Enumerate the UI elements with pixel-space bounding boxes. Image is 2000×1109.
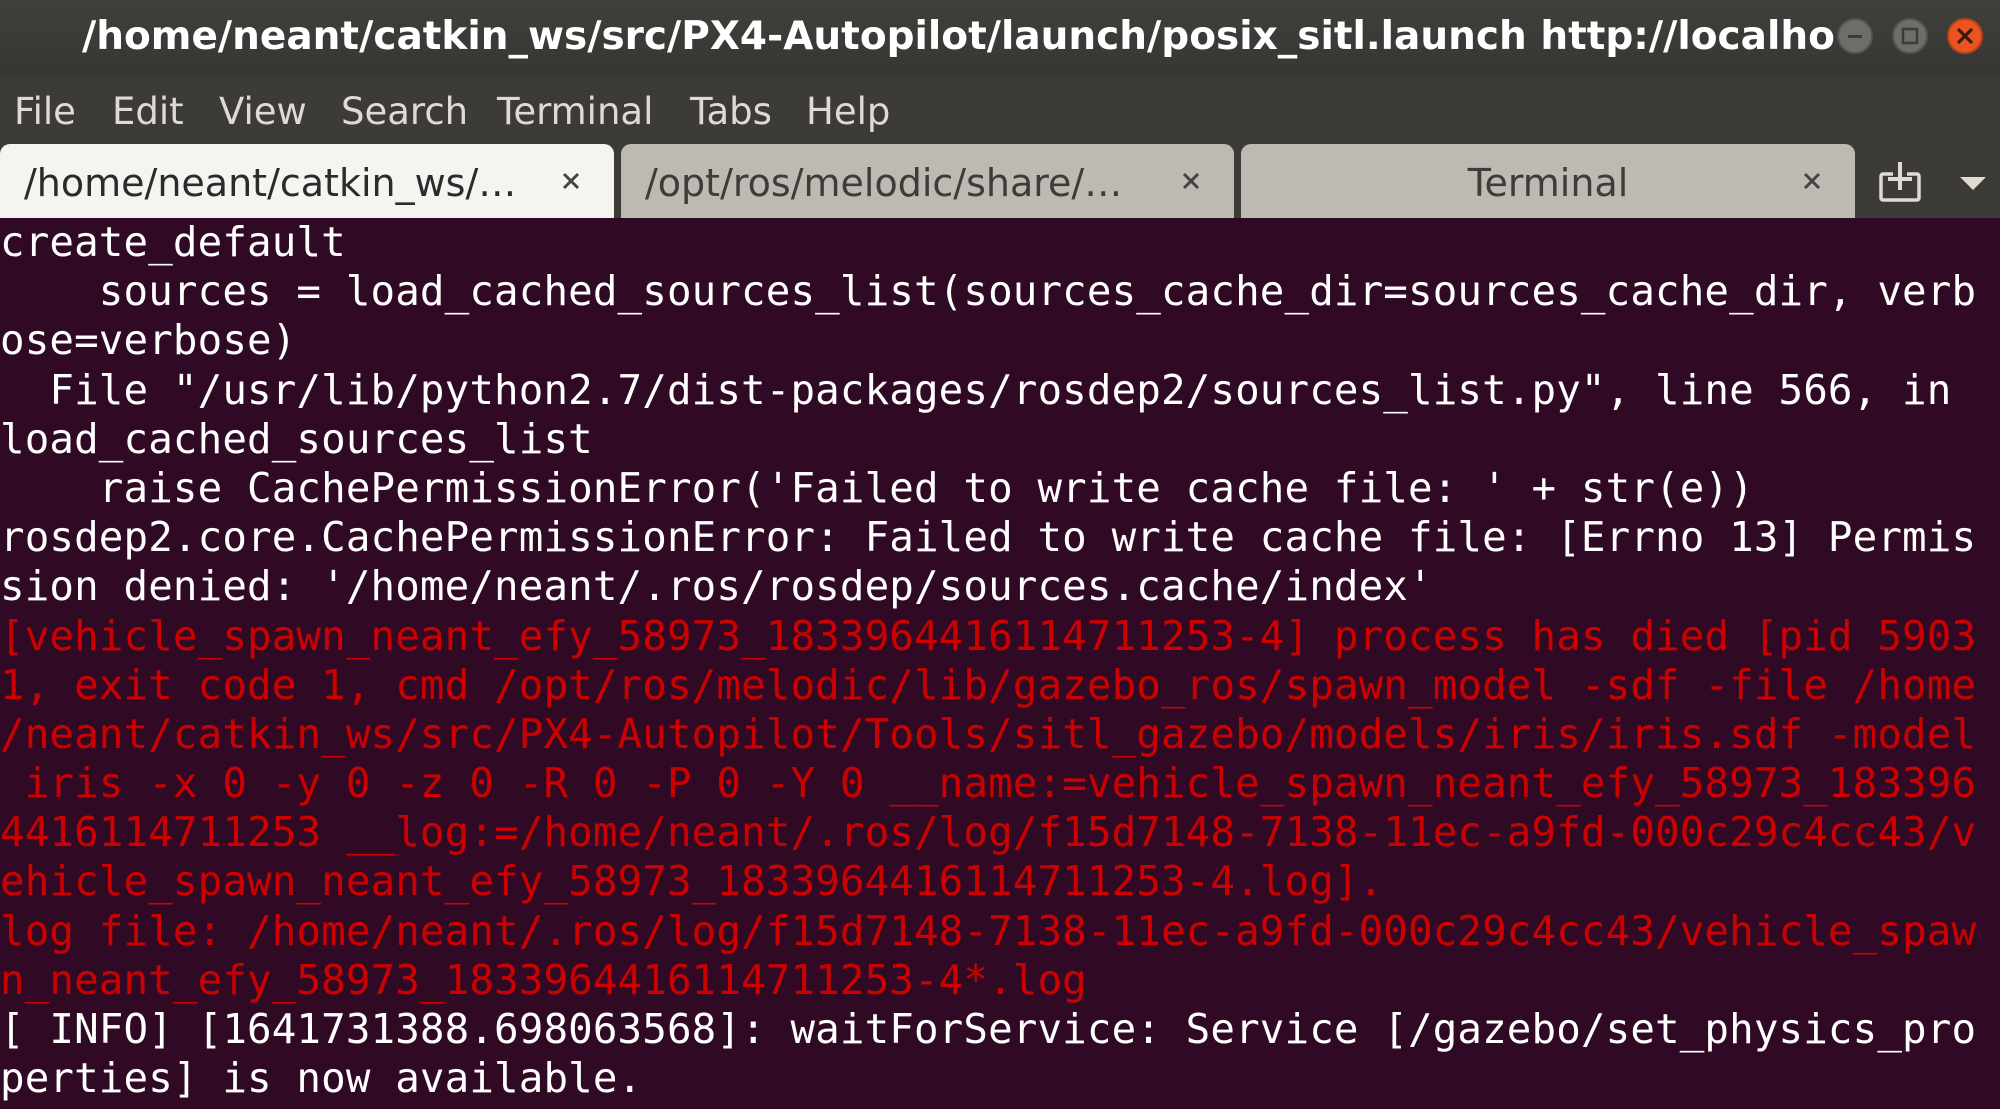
terminal-line: sources = load_cached_sources_list(sourc… bbox=[0, 267, 1977, 316]
tab-label: /home/neant/catkin_ws/… bbox=[24, 161, 517, 205]
maximize-icon bbox=[1901, 27, 1919, 45]
terminal-line: rosdep2.core.CachePermissionError: Faile… bbox=[0, 513, 1977, 562]
terminal-line: /neant/catkin_ws/src/PX4-Autopilot/Tools… bbox=[0, 709, 1977, 758]
close-icon[interactable] bbox=[1799, 168, 1825, 194]
menu-terminal[interactable]: Terminal bbox=[497, 76, 653, 144]
title-bar[interactable]: /home/neant/catkin_ws/src/PX4-Autopilot/… bbox=[0, 0, 2000, 76]
terminal-line: load_cached_sources_list bbox=[0, 414, 593, 463]
tab-label: Terminal bbox=[1467, 161, 1629, 205]
window-title: /home/neant/catkin_ws/src/PX4-Autopilot/… bbox=[82, 14, 1834, 59]
menu-help[interactable]: Help bbox=[806, 76, 890, 144]
close-icon[interactable] bbox=[558, 168, 584, 194]
close-icon[interactable] bbox=[1178, 168, 1204, 194]
tab-bar: /home/neant/catkin_ws/… /opt/ros/melodic… bbox=[0, 144, 2000, 218]
terminal-window: /home/neant/catkin_ws/src/PX4-Autopilot/… bbox=[0, 0, 2000, 1109]
chevron-down-icon[interactable] bbox=[1956, 172, 1990, 194]
minimize-button[interactable] bbox=[1837, 18, 1873, 54]
tab-opt-ros[interactable]: /opt/ros/melodic/share/… bbox=[621, 144, 1234, 218]
tab-label: /opt/ros/melodic/share/… bbox=[645, 161, 1123, 205]
menu-search[interactable]: Search bbox=[341, 76, 468, 144]
new-tab-icon[interactable] bbox=[1876, 160, 1924, 206]
terminal-line: n_neant_efy_58973_1833964416114711253-4*… bbox=[0, 955, 1087, 1004]
close-icon bbox=[1957, 28, 1973, 44]
menu-bar: File Edit View Search Terminal Tabs Help bbox=[0, 76, 2000, 144]
menu-file[interactable]: File bbox=[14, 76, 76, 144]
tab-launch[interactable]: /home/neant/catkin_ws/… bbox=[0, 144, 614, 218]
minimize-icon bbox=[1848, 35, 1862, 38]
maximize-button[interactable] bbox=[1892, 18, 1928, 54]
terminal-line: raise CachePermissionError('Failed to wr… bbox=[0, 463, 1754, 512]
terminal-line: ose=verbose) bbox=[0, 316, 297, 365]
terminal-line: [vehicle_spawn_neant_efy_58973_183396441… bbox=[0, 611, 1977, 660]
menu-tabs[interactable]: Tabs bbox=[690, 76, 772, 144]
terminal-line: log file: /home/neant/.ros/log/f15d7148-… bbox=[0, 906, 1977, 955]
terminal-line: [ INFO] [1641731388.698063568]: waitForS… bbox=[0, 1005, 1977, 1053]
menu-view[interactable]: View bbox=[219, 76, 307, 144]
terminal-output[interactable]: create_default sources = load_cached_sou… bbox=[0, 218, 2000, 1109]
terminal-line: 4416114711253 __log:=/home/neant/.ros/lo… bbox=[0, 808, 1977, 857]
terminal-line: perties] is now available. bbox=[0, 1054, 643, 1103]
terminal-line: ehicle_spawn_neant_efy_58973_18339644161… bbox=[0, 857, 1384, 906]
terminal-line: create_default bbox=[0, 218, 346, 266]
terminal-line: 1, exit code 1, cmd /opt/ros/melodic/lib… bbox=[0, 660, 1977, 709]
close-button[interactable] bbox=[1947, 18, 1983, 54]
terminal-line: sion denied: '/home/neant/.ros/rosdep/so… bbox=[0, 562, 1433, 611]
menu-edit[interactable]: Edit bbox=[112, 76, 184, 144]
terminal-line: iris -x 0 -y 0 -z 0 -R 0 -P 0 -Y 0 __nam… bbox=[0, 759, 1977, 808]
tab-terminal[interactable]: Terminal bbox=[1241, 144, 1855, 218]
terminal-line: File "/usr/lib/python2.7/dist-packages/r… bbox=[0, 365, 1952, 414]
